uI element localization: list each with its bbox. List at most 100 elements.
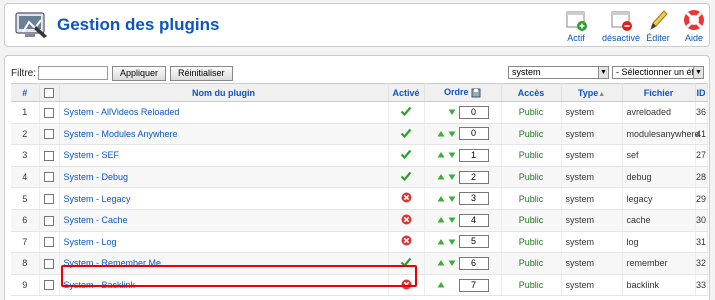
apply-button[interactable]: Appliquer	[112, 65, 167, 81]
row-checkbox[interactable]	[44, 107, 54, 118]
plugin-name-link[interactable]: System - AllVideos Reloaded	[59, 101, 389, 124]
order-input[interactable]: 5	[458, 235, 489, 249]
move-down-icon[interactable]	[448, 130, 456, 138]
col-order[interactable]: Ordre	[424, 83, 502, 102]
col-access[interactable]: Accès	[501, 83, 562, 102]
col-select-all[interactable]	[39, 83, 60, 102]
row-checkbox-cell[interactable]	[39, 252, 60, 275]
move-down-icon[interactable]	[448, 151, 456, 159]
disabled-cross-icon[interactable]	[401, 214, 412, 227]
active-toggle[interactable]	[388, 166, 425, 189]
move-up-icon[interactable]	[437, 173, 445, 181]
enabled-check-icon[interactable]	[400, 128, 412, 141]
active-toggle[interactable]	[388, 231, 425, 254]
order-input[interactable]: 4	[458, 213, 489, 227]
row-checkbox-cell[interactable]	[39, 209, 60, 232]
row-checkbox-cell[interactable]	[39, 166, 60, 189]
row-checkbox[interactable]	[44, 129, 54, 140]
move-up-icon[interactable]	[437, 130, 445, 138]
plugin-name-link[interactable]: System - Backlink	[59, 274, 389, 297]
row-checkbox-cell[interactable]	[39, 101, 60, 124]
access-link[interactable]: Public	[501, 144, 562, 167]
activate-button[interactable]: Actif	[552, 8, 600, 46]
col-type[interactable]: Type▲	[561, 83, 623, 102]
type-filter-select[interactable]: system ▼	[508, 66, 609, 79]
row-checkbox[interactable]	[44, 172, 54, 183]
save-order-icon[interactable]	[471, 88, 481, 98]
col-id[interactable]: ID	[695, 83, 708, 102]
row-checkbox[interactable]	[44, 193, 54, 204]
active-toggle[interactable]	[388, 144, 425, 167]
plugin-manager-icon	[15, 10, 49, 40]
move-down-icon[interactable]	[448, 173, 456, 181]
enabled-check-icon[interactable]	[400, 171, 412, 184]
access-link[interactable]: Public	[501, 252, 562, 275]
access-link[interactable]: Public	[501, 231, 562, 254]
order-input[interactable]: 1	[458, 148, 489, 162]
disabled-cross-icon[interactable]	[401, 192, 412, 205]
active-toggle[interactable]	[388, 209, 425, 232]
move-up-icon[interactable]	[437, 151, 445, 159]
plugin-name-link[interactable]: System - Cache	[59, 209, 389, 232]
plugin-name-link[interactable]: System - Log	[59, 231, 389, 254]
col-file[interactable]: Fichier	[622, 83, 696, 102]
active-toggle[interactable]	[388, 101, 425, 124]
move-down-icon[interactable]	[448, 216, 456, 224]
row-number: 4	[11, 166, 40, 189]
order-input[interactable]: 0	[458, 105, 489, 119]
plugin-file: remember	[622, 252, 696, 275]
plugin-name-link[interactable]: System - Legacy	[59, 187, 389, 210]
move-down-icon[interactable]	[448, 195, 456, 203]
access-link[interactable]: Public	[501, 166, 562, 189]
move-up-icon[interactable]	[437, 259, 445, 267]
col-name[interactable]: Nom du plugin	[59, 83, 389, 102]
row-checkbox-cell[interactable]	[39, 187, 60, 210]
move-up-icon[interactable]	[437, 195, 445, 203]
enabled-check-icon[interactable]	[400, 107, 412, 119]
order-input[interactable]: 2	[458, 170, 489, 184]
disabled-cross-icon[interactable]	[401, 279, 412, 292]
move-up-icon[interactable]	[437, 216, 445, 224]
plugin-name-link[interactable]: System - Modules Anywhere	[59, 123, 389, 146]
access-link[interactable]: Public	[501, 209, 562, 232]
active-toggle[interactable]	[388, 274, 425, 297]
move-up-icon[interactable]	[437, 281, 445, 289]
enabled-check-icon[interactable]	[400, 258, 412, 270]
row-checkbox[interactable]	[44, 150, 54, 161]
active-toggle[interactable]	[388, 123, 425, 146]
table-row: 4 System - Debug 2 Public system debug 28	[11, 166, 708, 189]
move-down-icon[interactable]	[448, 259, 456, 267]
row-checkbox-cell[interactable]	[39, 144, 60, 167]
order-input[interactable]: 7	[458, 278, 489, 292]
access-link[interactable]: Public	[501, 187, 562, 210]
move-down-icon[interactable]	[448, 238, 456, 246]
row-checkbox[interactable]	[44, 215, 54, 226]
order-input[interactable]: 0	[458, 127, 489, 141]
order-input[interactable]: 3	[458, 192, 489, 206]
plugin-name-link[interactable]: System - SEF	[59, 144, 389, 167]
filter-input[interactable]	[38, 66, 108, 80]
access-link[interactable]: Public	[501, 274, 562, 297]
active-toggle[interactable]	[388, 252, 425, 275]
row-checkbox-cell[interactable]	[39, 231, 60, 254]
move-up-icon[interactable]	[437, 238, 445, 246]
reset-button[interactable]: Réinitialiser	[170, 65, 233, 81]
row-checkbox[interactable]	[44, 280, 54, 291]
disabled-cross-icon[interactable]	[401, 235, 412, 248]
active-toggle[interactable]	[388, 187, 425, 210]
access-link[interactable]: Public	[501, 123, 562, 146]
row-checkbox-cell[interactable]	[39, 123, 60, 146]
access-link[interactable]: Public	[501, 101, 562, 124]
col-active[interactable]: Activé	[388, 83, 425, 102]
row-checkbox[interactable]	[44, 258, 54, 269]
state-filter-select[interactable]: - Sélectionner un état - ▼	[612, 66, 704, 88]
help-button[interactable]: Aide	[670, 8, 715, 46]
plugin-name-link[interactable]: System - Debug	[59, 166, 389, 189]
row-checkbox[interactable]	[44, 237, 54, 248]
move-down-icon[interactable]	[448, 108, 456, 116]
select-all-checkbox[interactable]	[44, 87, 54, 98]
plugin-name-link[interactable]: System - Remember Me	[59, 252, 389, 275]
order-input[interactable]: 6	[458, 256, 489, 270]
row-checkbox-cell[interactable]	[39, 274, 60, 297]
enabled-check-icon[interactable]	[400, 150, 412, 162]
